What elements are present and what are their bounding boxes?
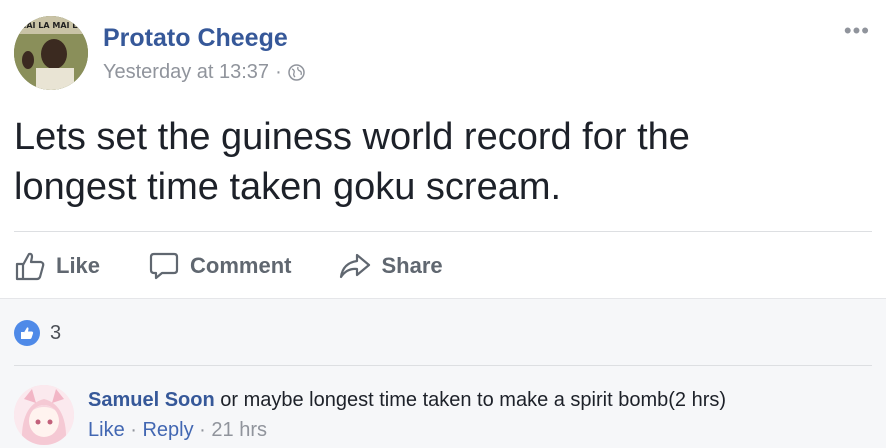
speech-bubble-icon xyxy=(149,252,179,280)
comment-actions-separator: · xyxy=(124,419,143,441)
comment-time[interactable]: 21 hrs xyxy=(211,419,267,441)
like-label: Like xyxy=(56,253,101,278)
comment-reply-link[interactable]: Reply xyxy=(142,419,193,441)
comments-divider xyxy=(14,365,872,366)
share-button[interactable]: Share xyxy=(339,250,443,282)
commenter-avatar-image xyxy=(14,385,74,445)
share-arrow-icon xyxy=(340,253,371,279)
post-timestamp[interactable]: Yesterday at 13:37 xyxy=(103,61,269,84)
comment-label: Comment xyxy=(190,253,292,278)
commenter-avatar[interactable] xyxy=(14,385,74,445)
comment-text: or maybe longest time taken to make a sp… xyxy=(214,389,727,411)
like-reaction-icon xyxy=(14,320,40,346)
post-meta: Yesterday at 13:37 · xyxy=(103,61,305,84)
reaction-count: 3 xyxy=(50,321,62,344)
comment-actions: Like · Reply · 21 hrs xyxy=(88,417,267,443)
share-label: Share xyxy=(381,253,443,278)
avatar-caption: MAI LA MAI LA xyxy=(18,21,84,30)
author-avatar-image: MAI LA MAI LA xyxy=(14,16,88,90)
comment-actions-separator: · xyxy=(193,419,212,441)
comment-like-link[interactable]: Like xyxy=(88,419,125,441)
comment-item: Samuel Soon or maybe longest time taken … xyxy=(14,379,874,448)
author-avatar[interactable]: MAI LA MAI LA xyxy=(14,16,88,90)
more-options-button[interactable]: ••• xyxy=(844,18,870,44)
comments-section: 3 Samuel Soon or maybe longest time take… xyxy=(0,298,886,448)
globe-icon[interactable] xyxy=(287,64,305,81)
commenter-name[interactable]: Samuel Soon xyxy=(88,389,215,411)
post-text: Lets set the guiness world record for th… xyxy=(14,112,864,212)
post-card: MAI LA MAI LA Protato Cheege Yesterday a… xyxy=(0,0,886,298)
like-button[interactable]: Like xyxy=(14,250,100,282)
post-author-name[interactable]: Protato Cheege xyxy=(103,24,288,53)
post-text-line: longest time taken goku scream. xyxy=(14,166,562,208)
meta-separator: · xyxy=(275,61,282,83)
comment-body: Samuel Soon or maybe longest time taken … xyxy=(88,387,726,413)
post-actions-bar: Like Comment Share xyxy=(14,244,491,288)
thumbs-up-icon xyxy=(15,252,45,281)
reactions-summary[interactable]: 3 xyxy=(14,320,61,346)
post-text-line: Lets set the guiness world record for th… xyxy=(14,116,690,158)
comment-button[interactable]: Comment xyxy=(148,250,291,282)
actions-divider xyxy=(14,231,872,232)
